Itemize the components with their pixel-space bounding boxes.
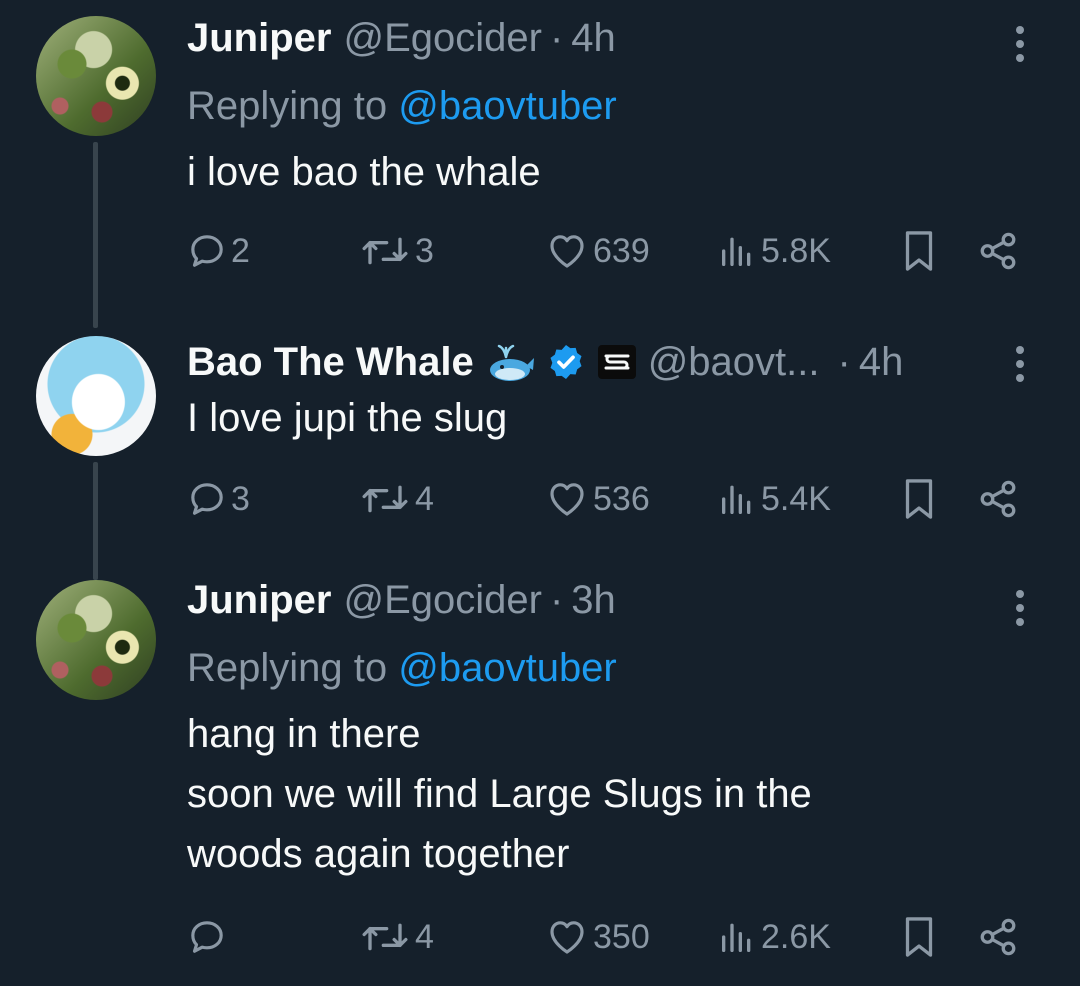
views-count: 5.8K [761, 231, 831, 270]
retweet-count: 3 [415, 231, 434, 270]
separator-dot: · [549, 15, 564, 60]
like-icon [550, 921, 584, 954]
display-name[interactable]: Bao The Whale [187, 340, 474, 385]
reply-count: 3 [231, 479, 250, 518]
views-button[interactable]: 5.4K [717, 474, 831, 524]
tweet-header: Juniper @Egocider · 4h [187, 0, 1020, 76]
replying-to-prefix: Replying to [187, 646, 399, 690]
timestamp[interactable]: 4h [859, 340, 904, 385]
retweet-icon [362, 923, 408, 951]
views-icon [722, 923, 751, 952]
like-button[interactable]: 639 [545, 226, 650, 276]
user-handle[interactable]: @Egocider [343, 578, 541, 623]
retweet-icon [362, 485, 408, 513]
views-icon [722, 485, 751, 514]
like-button[interactable]: 350 [545, 912, 650, 962]
retweet-count: 4 [415, 917, 434, 956]
share-icon [980, 918, 1016, 956]
replying-to-prefix: Replying to [187, 84, 399, 128]
replying-to-link[interactable]: @baovtuber [398, 84, 617, 128]
reply-button[interactable] [187, 912, 231, 962]
like-count: 536 [593, 479, 650, 518]
avatar[interactable] [36, 580, 156, 700]
like-count: 350 [593, 917, 650, 956]
like-button[interactable]: 536 [545, 474, 650, 524]
timestamp[interactable]: 4h [571, 16, 616, 61]
like-icon [550, 235, 584, 268]
more-icon[interactable] [1004, 340, 1036, 388]
share-button[interactable] [977, 912, 1019, 962]
action-bar: 4 350 2.6K [187, 912, 1027, 962]
share-button[interactable] [977, 226, 1019, 276]
user-handle[interactable]: @baovt... [648, 340, 820, 385]
thread-connector [93, 462, 98, 580]
bookmark-icon [905, 231, 933, 271]
like-count: 639 [593, 231, 650, 270]
user-handle[interactable]: @Egocider [343, 16, 541, 61]
thread-connector [93, 142, 98, 328]
reply-icon [191, 235, 223, 267]
share-icon [980, 232, 1016, 270]
affiliate-badge-icon[interactable] [597, 345, 636, 379]
share-button[interactable] [977, 474, 1019, 524]
tweet-text: hang in there soon we will find Large Sl… [187, 712, 812, 876]
display-name[interactable]: Juniper [187, 578, 331, 623]
views-button[interactable]: 5.8K [717, 226, 831, 276]
tweet-text: i love bao the whale [187, 150, 541, 194]
retweet-button[interactable]: 4 [359, 912, 434, 962]
separator-dot: · [549, 577, 564, 622]
tweet-text: I love jupi the slug [187, 396, 508, 440]
like-icon [550, 483, 584, 516]
bookmark-button[interactable] [899, 474, 939, 524]
verified-badge-icon [550, 345, 582, 379]
conversation-thread: Juniper @Egocider · 4h Replying to @baov… [0, 0, 1080, 986]
more-icon[interactable] [1004, 584, 1036, 632]
tweet-header: Juniper @Egocider · 3h [187, 562, 1020, 638]
timestamp[interactable]: 3h [571, 578, 616, 623]
reply-button[interactable]: 3 [187, 474, 250, 524]
reply-count: 2 [231, 231, 250, 270]
views-button[interactable]: 2.6K [717, 912, 831, 962]
replying-to-line: Replying to @baovtuber [187, 76, 1020, 136]
bookmark-button[interactable] [899, 226, 939, 276]
reply-icon [191, 483, 223, 515]
avatar[interactable] [36, 336, 156, 456]
retweet-button[interactable]: 3 [359, 226, 434, 276]
replying-to-link[interactable]: @baovtuber [398, 646, 617, 690]
more-icon[interactable] [1004, 20, 1036, 68]
views-count: 5.4K [761, 479, 831, 518]
retweet-icon [362, 237, 408, 265]
avatar[interactable] [36, 16, 156, 136]
reply-icon [191, 921, 223, 953]
separator-dot: · [837, 339, 851, 384]
bookmark-icon [905, 479, 933, 519]
views-icon [722, 237, 751, 266]
bookmark-button[interactable] [899, 912, 939, 962]
action-bar: 2 3 639 5.8K [187, 226, 1027, 276]
views-count: 2.6K [761, 917, 831, 956]
bookmark-icon [905, 917, 933, 957]
share-icon [980, 480, 1016, 518]
replying-to-line: Replying to @baovtuber [187, 638, 1020, 698]
retweet-count: 4 [415, 479, 434, 518]
retweet-button[interactable]: 4 [359, 474, 434, 524]
action-bar: 3 4 536 5.4K [187, 474, 1027, 524]
reply-button[interactable]: 2 [187, 226, 250, 276]
display-name[interactable]: Juniper [187, 16, 331, 61]
whale-emoji-icon [489, 344, 534, 381]
